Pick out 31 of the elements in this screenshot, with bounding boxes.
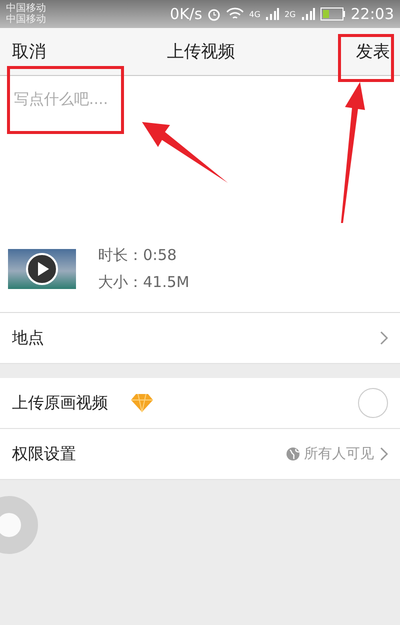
post-text-field[interactable]: 写点什么吧.... xyxy=(0,76,400,240)
permission-value: 所有人可见 xyxy=(304,445,374,463)
carrier-name: 中国移动 xyxy=(6,3,46,14)
network-type: 2G xyxy=(284,10,296,18)
globe-icon xyxy=(286,447,300,461)
signal-icon xyxy=(300,7,315,21)
publish-button[interactable]: 发表 xyxy=(356,40,390,63)
location-row[interactable]: 地点 xyxy=(0,313,400,364)
diamond-icon xyxy=(130,393,154,413)
alarm-clock-icon xyxy=(207,7,222,21)
clock-time: 22:03 xyxy=(350,5,394,23)
play-icon xyxy=(25,252,59,286)
cancel-button[interactable]: 取消 xyxy=(12,40,46,63)
video-thumbnail[interactable] xyxy=(8,249,76,289)
video-duration: 时长：0:58 xyxy=(98,246,178,265)
chevron-right-icon xyxy=(380,447,388,461)
toggle-circle[interactable] xyxy=(358,388,388,418)
signal-icon xyxy=(265,7,280,21)
carrier-name: 中国移动 xyxy=(6,14,46,25)
chevron-right-icon xyxy=(380,331,388,345)
wifi-icon xyxy=(226,7,244,21)
permission-label: 权限设置 xyxy=(12,444,76,464)
permission-row[interactable]: 权限设置 所有人可见 xyxy=(0,429,400,480)
original-video-label: 上传原画视频 xyxy=(12,392,108,414)
network-type: 4G xyxy=(249,10,260,18)
network-speed: 0K/s xyxy=(170,5,202,23)
location-label: 地点 xyxy=(12,328,44,348)
battery-icon xyxy=(320,7,346,21)
page-title: 上传视频 xyxy=(167,41,235,63)
annotation-box xyxy=(338,34,394,82)
video-size: 大小：41.5M xyxy=(98,273,190,292)
